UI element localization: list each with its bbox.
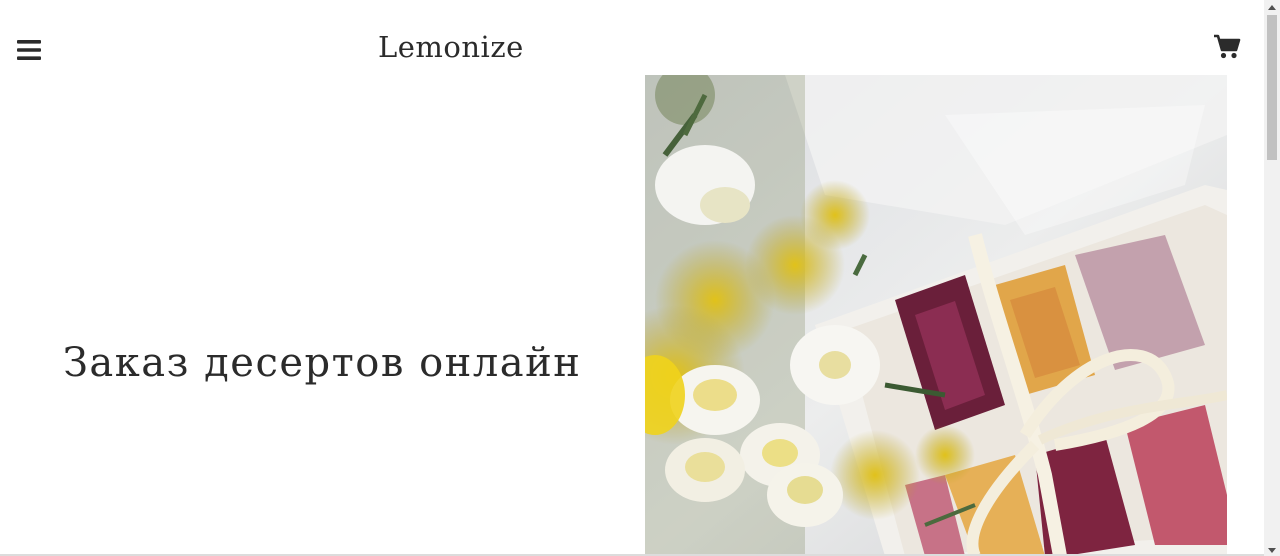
brand-logo[interactable]: Lemonize	[378, 30, 524, 64]
hero-title: Заказ десертов онлайн	[63, 340, 582, 386]
page: Lemonize Заказ десертов онлайн	[0, 0, 1280, 556]
scrollbar[interactable]	[1264, 0, 1280, 556]
hamburger-menu-icon[interactable]	[17, 40, 41, 60]
hero-image	[645, 75, 1227, 556]
scroll-thumb[interactable]	[1267, 15, 1277, 160]
shopping-cart-icon[interactable]	[1213, 34, 1241, 60]
scroll-up-arrow-icon[interactable]	[1264, 0, 1280, 14]
scroll-down-arrow-icon[interactable]	[1264, 542, 1280, 556]
